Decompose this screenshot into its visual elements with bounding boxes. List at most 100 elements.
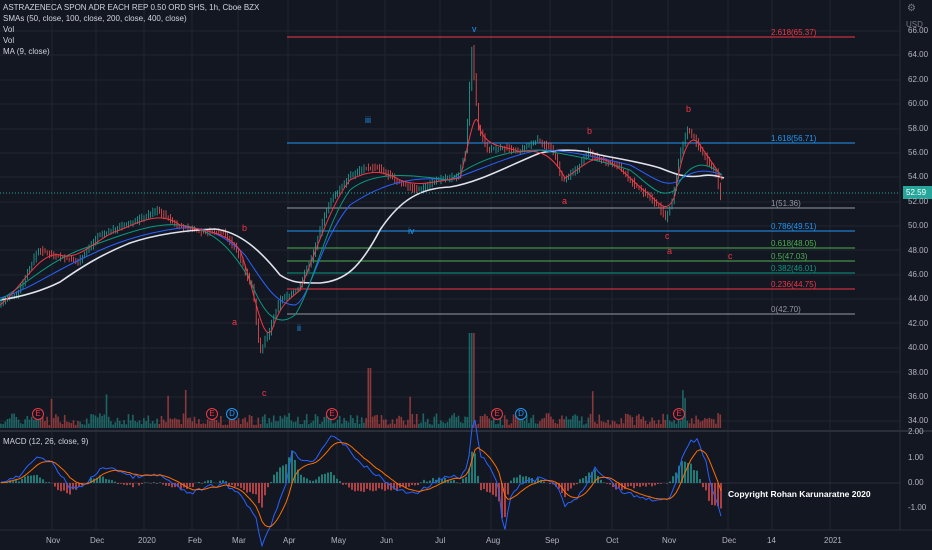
fib-level-label: 0.786(49.51) xyxy=(771,222,817,231)
volume-bar xyxy=(510,423,513,428)
volume-bar xyxy=(574,414,576,428)
macd-histogram-bar xyxy=(255,483,257,495)
time-tick: Jul xyxy=(435,536,446,545)
macd-histogram-bar xyxy=(603,482,605,483)
volume-bar xyxy=(477,423,480,428)
volume-bar xyxy=(657,419,660,428)
volume-bar xyxy=(200,423,202,428)
volume-bar xyxy=(693,423,695,428)
volume-bar xyxy=(105,394,108,428)
volume-bar xyxy=(220,415,222,428)
volume-bar xyxy=(433,416,436,428)
volume-bar xyxy=(633,424,636,428)
macd-histogram-bar xyxy=(486,483,488,492)
macd-histogram-bar xyxy=(282,465,284,483)
macd-histogram-bar xyxy=(30,475,32,483)
macd-histogram-bar xyxy=(21,478,23,483)
volume-bar xyxy=(343,417,345,428)
indicator-ma[interactable]: MA (9, close) xyxy=(3,47,50,57)
volume-bar xyxy=(33,419,35,428)
volume-bar xyxy=(655,423,658,428)
volume-bar xyxy=(545,413,548,428)
macd-histogram-bar xyxy=(345,483,347,485)
chart-canvas[interactable] xyxy=(0,0,932,550)
macd-histogram-bar xyxy=(27,475,29,483)
indicator-vol-1[interactable]: Vol xyxy=(3,25,14,35)
fib-level-label: 0.5(47.03) xyxy=(771,252,808,261)
volume-bar xyxy=(644,420,647,428)
price-tick: 50.00 xyxy=(908,221,929,231)
volume-bar xyxy=(558,419,561,428)
wave-label: iv xyxy=(408,226,415,236)
macd-histogram-bar xyxy=(480,483,482,491)
macd-histogram-bar xyxy=(120,483,122,484)
event-marker-earnings: E xyxy=(32,408,44,420)
volume-bar xyxy=(250,416,253,428)
volume-bar xyxy=(534,423,537,428)
volume-bar xyxy=(316,416,319,428)
volume-bar xyxy=(70,423,73,428)
volume-bar xyxy=(99,413,101,428)
volume-bar xyxy=(237,418,240,428)
macd-histogram-bar xyxy=(240,483,242,488)
macd-histogram-bar xyxy=(57,483,59,491)
volume-bar xyxy=(382,419,385,428)
macd-histogram-bar xyxy=(276,471,278,483)
macd-histogram-bar xyxy=(462,478,464,483)
volume-bar xyxy=(367,368,370,428)
volume-bar xyxy=(235,420,238,428)
volume-bar xyxy=(334,422,337,428)
settings-icon[interactable]: ⚙ xyxy=(907,3,916,14)
volume-bar xyxy=(24,419,26,428)
volume-bar xyxy=(596,423,598,428)
volume-bar xyxy=(371,416,374,428)
macd-histogram-bar xyxy=(327,472,329,483)
volume-bar xyxy=(539,421,541,428)
macd-histogram-bar xyxy=(105,479,107,483)
macd-histogram-bar xyxy=(708,483,710,501)
volume-bar xyxy=(543,417,546,428)
volume-bar xyxy=(297,416,299,428)
volume-bar xyxy=(77,420,79,428)
volume-bar xyxy=(151,420,154,428)
macd-histogram-bar xyxy=(636,483,638,487)
volume-bar xyxy=(563,419,565,428)
volume-bar xyxy=(673,420,675,428)
macd-histogram-bar xyxy=(153,482,155,483)
macd-histogram-bar xyxy=(144,482,146,483)
macd-histogram-bar xyxy=(243,483,245,491)
macd-histogram-bar xyxy=(408,483,410,487)
macd-histogram-bar xyxy=(567,483,569,491)
volume-bar xyxy=(393,423,396,428)
indicator-vol-2[interactable]: Vol xyxy=(3,36,14,46)
volume-bar xyxy=(442,422,444,428)
volume-bar xyxy=(294,421,297,428)
volume-bar xyxy=(695,415,697,428)
macd-histogram-bar xyxy=(111,480,113,483)
macd-histogram-bar xyxy=(342,483,344,485)
price-tick: 40.00 xyxy=(908,343,929,353)
wave-label: iii xyxy=(365,115,371,125)
volume-bar xyxy=(167,395,169,428)
volume-bar xyxy=(594,421,596,428)
symbol-title[interactable]: ASTRAZENECA SPON ADR EACH REP 0.50 ORD S… xyxy=(3,3,259,13)
volume-bar xyxy=(435,413,438,428)
volume-bar xyxy=(391,419,394,428)
indicator-macd[interactable]: MACD (12, 26, close, 9) xyxy=(3,437,88,447)
price-tick: 64.00 xyxy=(908,50,929,60)
macd-histogram-bar xyxy=(18,481,20,483)
macd-histogram-bar xyxy=(600,479,602,483)
volume-bar xyxy=(446,421,449,428)
volume-bar xyxy=(462,423,464,428)
volume-bar xyxy=(286,416,288,428)
macd-histogram-bar xyxy=(423,479,425,483)
wave-label: ii xyxy=(297,323,301,333)
volume-bar xyxy=(708,417,711,428)
volume-bar xyxy=(0,423,2,428)
fib-level-label: 0(42.70) xyxy=(771,305,801,314)
volume-bar xyxy=(369,368,372,428)
volume-bar xyxy=(147,415,150,428)
volume-bar xyxy=(149,423,152,428)
indicator-smas[interactable]: SMAs (50, close, 100, close, 200, close,… xyxy=(3,14,187,24)
volume-bar xyxy=(184,389,187,428)
